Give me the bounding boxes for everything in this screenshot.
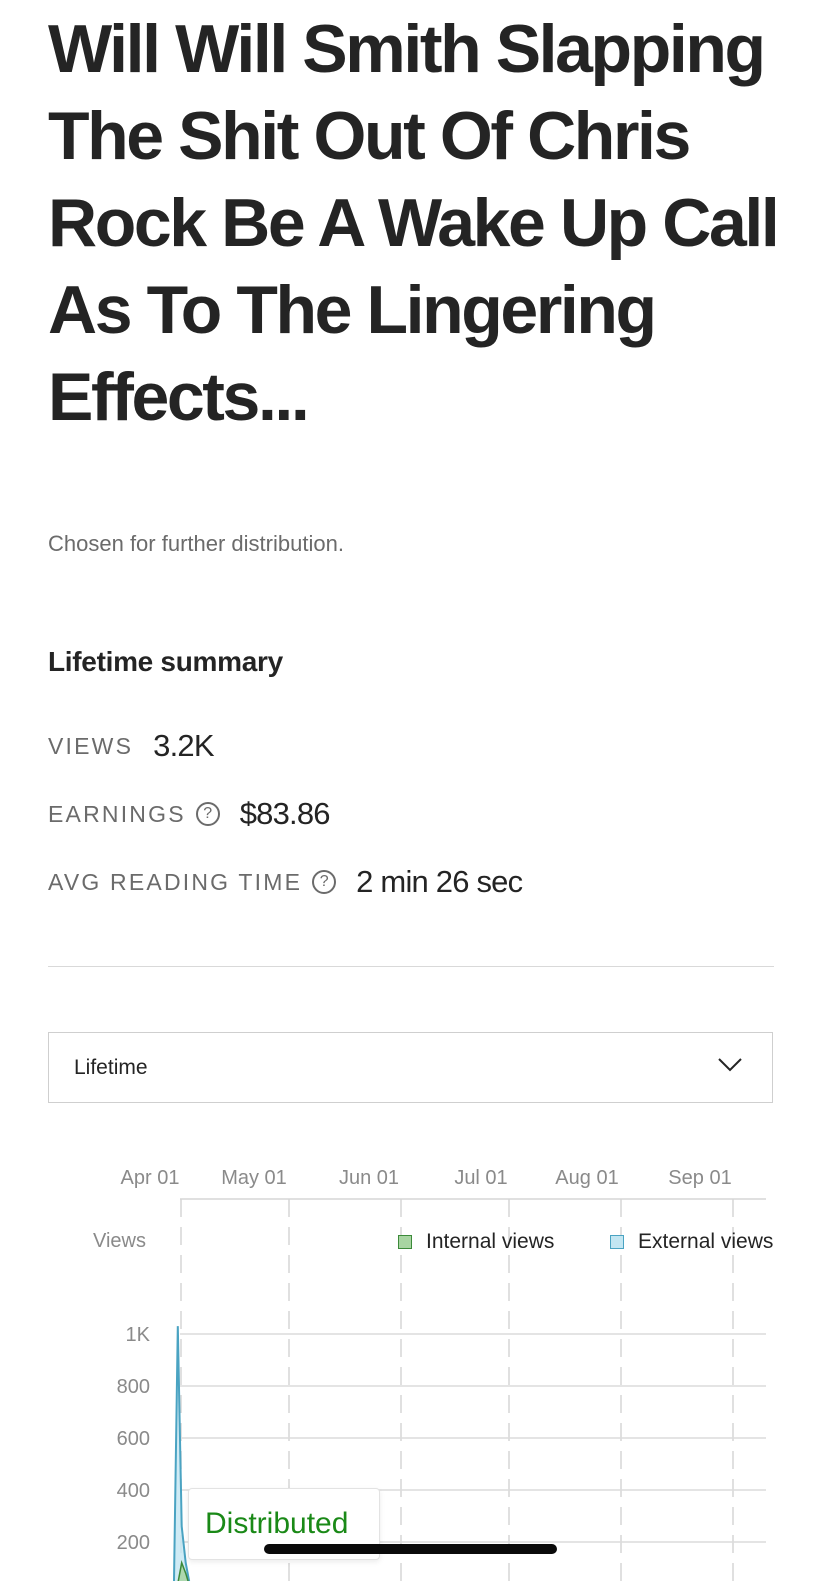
x-tick-label: Sep 01 — [668, 1167, 731, 1189]
y-tick-label: 1K — [126, 1324, 151, 1346]
x-tick-label: May 01 — [221, 1167, 287, 1189]
distribution-status: Chosen for further distribution. — [48, 531, 344, 556]
x-tick-label: Apr 01 — [121, 1167, 180, 1189]
y-tick-label: 200 — [117, 1532, 150, 1554]
legend-label: Internal views — [426, 1230, 555, 1253]
x-tick-label: Aug 01 — [555, 1167, 618, 1189]
question-circle-icon[interactable]: ? — [195, 802, 220, 826]
y-tick-label: 400 — [117, 1480, 150, 1502]
home-indicator — [264, 1544, 557, 1554]
chevron-down-icon — [718, 1058, 742, 1077]
time-range-select[interactable]: Lifetime — [48, 1032, 773, 1103]
time-range-value: Lifetime — [74, 1055, 148, 1079]
x-tick-label: Jul 01 — [454, 1167, 507, 1189]
stat-avg-reading-time: AVG READING TIME ? 2 min 26 sec — [48, 864, 523, 900]
legend-label: External views — [638, 1230, 774, 1253]
y-tick-label: 600 — [117, 1428, 150, 1450]
views-chart: Apr 01 May 01 Jun 01 Jul 01 Aug 01 Sep 01 200 4… — [117, 1167, 766, 1581]
stat-value: 3.2K — [153, 728, 214, 763]
external-views-swatch — [610, 1235, 624, 1249]
stat-label: EARNINGS — [48, 800, 186, 827]
legend-internal-views[interactable]: Internal views — [398, 1230, 554, 1254]
stat-value: $83.86 — [239, 796, 331, 831]
story-title: Will Will Smith Slapping The Shit Out Of… — [48, 11, 780, 435]
y-axis-label: Views — [93, 1230, 146, 1252]
question-circle-icon[interactable]: ? — [312, 870, 337, 894]
stat-value: 2 min 26 sec — [356, 864, 523, 899]
stat-earnings: EARNINGS ? $83.86 — [48, 796, 331, 832]
divider — [48, 966, 774, 967]
legend-external-views[interactable]: External views — [610, 1230, 773, 1254]
section-heading: Lifetime summary — [48, 646, 283, 677]
x-tick-label: Jun 01 — [339, 1167, 399, 1189]
stat-views: VIEWS 3.2K — [48, 728, 214, 764]
y-tick-label: 800 — [117, 1376, 150, 1398]
internal-views-swatch — [398, 1235, 412, 1249]
stat-label: VIEWS — [48, 732, 134, 759]
stat-label: AVG READING TIME — [48, 868, 303, 895]
